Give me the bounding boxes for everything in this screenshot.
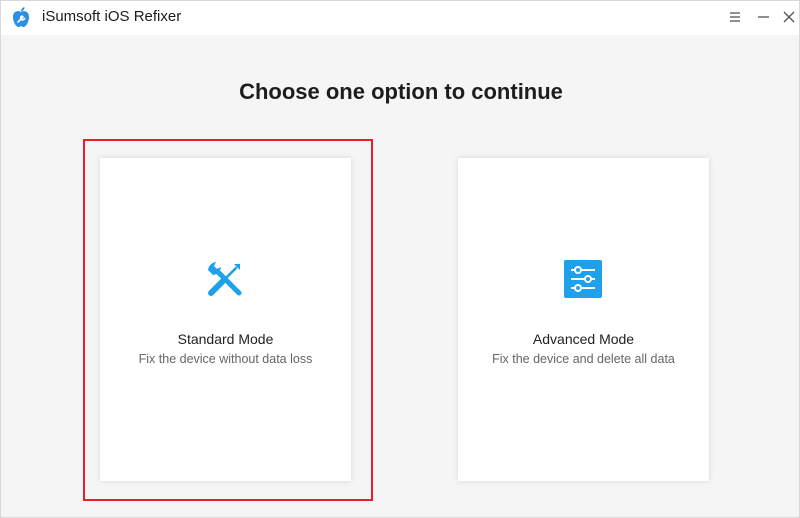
advanced-mode-card[interactable]: Advanced Mode Fix the device and delete …: [458, 158, 709, 481]
advanced-mode-description: Fix the device and delete all data: [492, 352, 675, 366]
sliders-settings-icon: [562, 258, 604, 300]
hamburger-menu-icon[interactable]: [725, 6, 747, 28]
advanced-mode-title: Advanced Mode: [532, 331, 635, 347]
page-heading: Choose one option to continue: [239, 79, 563, 104]
title-bar: iSumsoft iOS Refixer: [1, 1, 799, 35]
minimize-icon[interactable]: [753, 6, 775, 28]
standard-mode-description: Fix the device without data loss: [138, 352, 313, 366]
close-icon[interactable]: [778, 6, 800, 28]
wrench-screwdriver-icon: [204, 258, 246, 300]
app-logo-icon: [10, 6, 32, 28]
standard-mode-title: Standard Mode: [177, 331, 274, 347]
app-title: iSumsoft iOS Refixer: [42, 8, 182, 25]
app-window: iSumsoft iOS Refixer Choose one option t…: [0, 0, 800, 518]
standard-mode-card[interactable]: Standard Mode Fix the device without dat…: [100, 158, 351, 481]
